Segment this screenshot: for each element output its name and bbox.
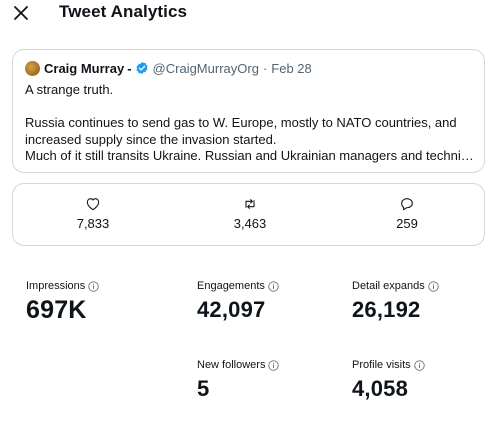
engagement-summary: 7,833 3,463 259 [12,183,485,246]
heart-icon [86,198,100,211]
avatar[interactable] [25,60,40,76]
retweets-count: 3,463 [233,216,267,231]
engagements-metric: Engagements 42,097 [197,280,279,323]
impressions-value: 697K [26,296,87,324]
tweet-preview-card[interactable]: Craig Murray - @CraigMurrayOrg · Feb 28 … [12,49,485,173]
new-followers-value: 5 [197,376,210,401]
engagements-value: 42,097 [197,297,266,322]
tweet-text-line: increased supply since the invasion star… [25,131,277,147]
page-title: Tweet Analytics [59,2,188,21]
tweet-text-line: Russia continues to send gas to W. Europ… [25,115,457,130]
retweets-stat[interactable]: 3,463 [210,196,290,231]
separator-dot: · [262,60,268,76]
new-followers-metric: New followers 5 [197,359,280,402]
impressions-label: Impressions [26,280,86,292]
profile-visits-label: Profile visits [352,359,411,371]
new-followers-label: New followers [197,359,266,371]
author-name-suffix: - [127,60,132,76]
profile-visits-metric: Profile visits 4,058 [352,359,425,402]
detail-expands-label: Detail expands [352,280,425,292]
reply-icon [401,198,413,211]
info-icon[interactable] [268,359,280,371]
tweet-text-line: Much of it still transits Ukraine. Russi… [25,148,480,163]
detail-expands-metric: Detail expands 26,192 [352,280,439,323]
verified-badge-icon [136,61,148,75]
close-icon[interactable] [12,4,30,22]
tweet-date[interactable]: Feb 28 [271,61,311,76]
info-icon[interactable] [428,280,439,292]
info-icon[interactable] [88,280,99,292]
replies-stat[interactable]: 259 [367,196,447,231]
info-icon[interactable] [268,280,279,292]
detail-expands-value: 26,192 [352,297,421,322]
likes-count: 7,833 [76,216,110,231]
tweet-text-line: A strange truth. [25,82,114,97]
tweet-header: Craig Murray - @CraigMurrayOrg · Feb 28 [25,60,312,76]
impressions-metric: Impressions 697K [26,280,99,325]
profile-visits-value: 4,058 [352,376,409,401]
replies-count: 259 [396,216,418,231]
info-icon[interactable] [414,359,425,371]
author-name[interactable]: Craig Murray [44,61,124,76]
engagements-label: Engagements [197,280,265,292]
likes-stat[interactable]: 7,833 [53,196,133,231]
tweet-text: A strange truth. Russia continues to sen… [25,82,480,165]
author-handle[interactable]: @CraigMurrayOrg [153,61,259,76]
analytics-header: Tweet Analytics [0,0,490,28]
retweet-icon [245,199,255,209]
